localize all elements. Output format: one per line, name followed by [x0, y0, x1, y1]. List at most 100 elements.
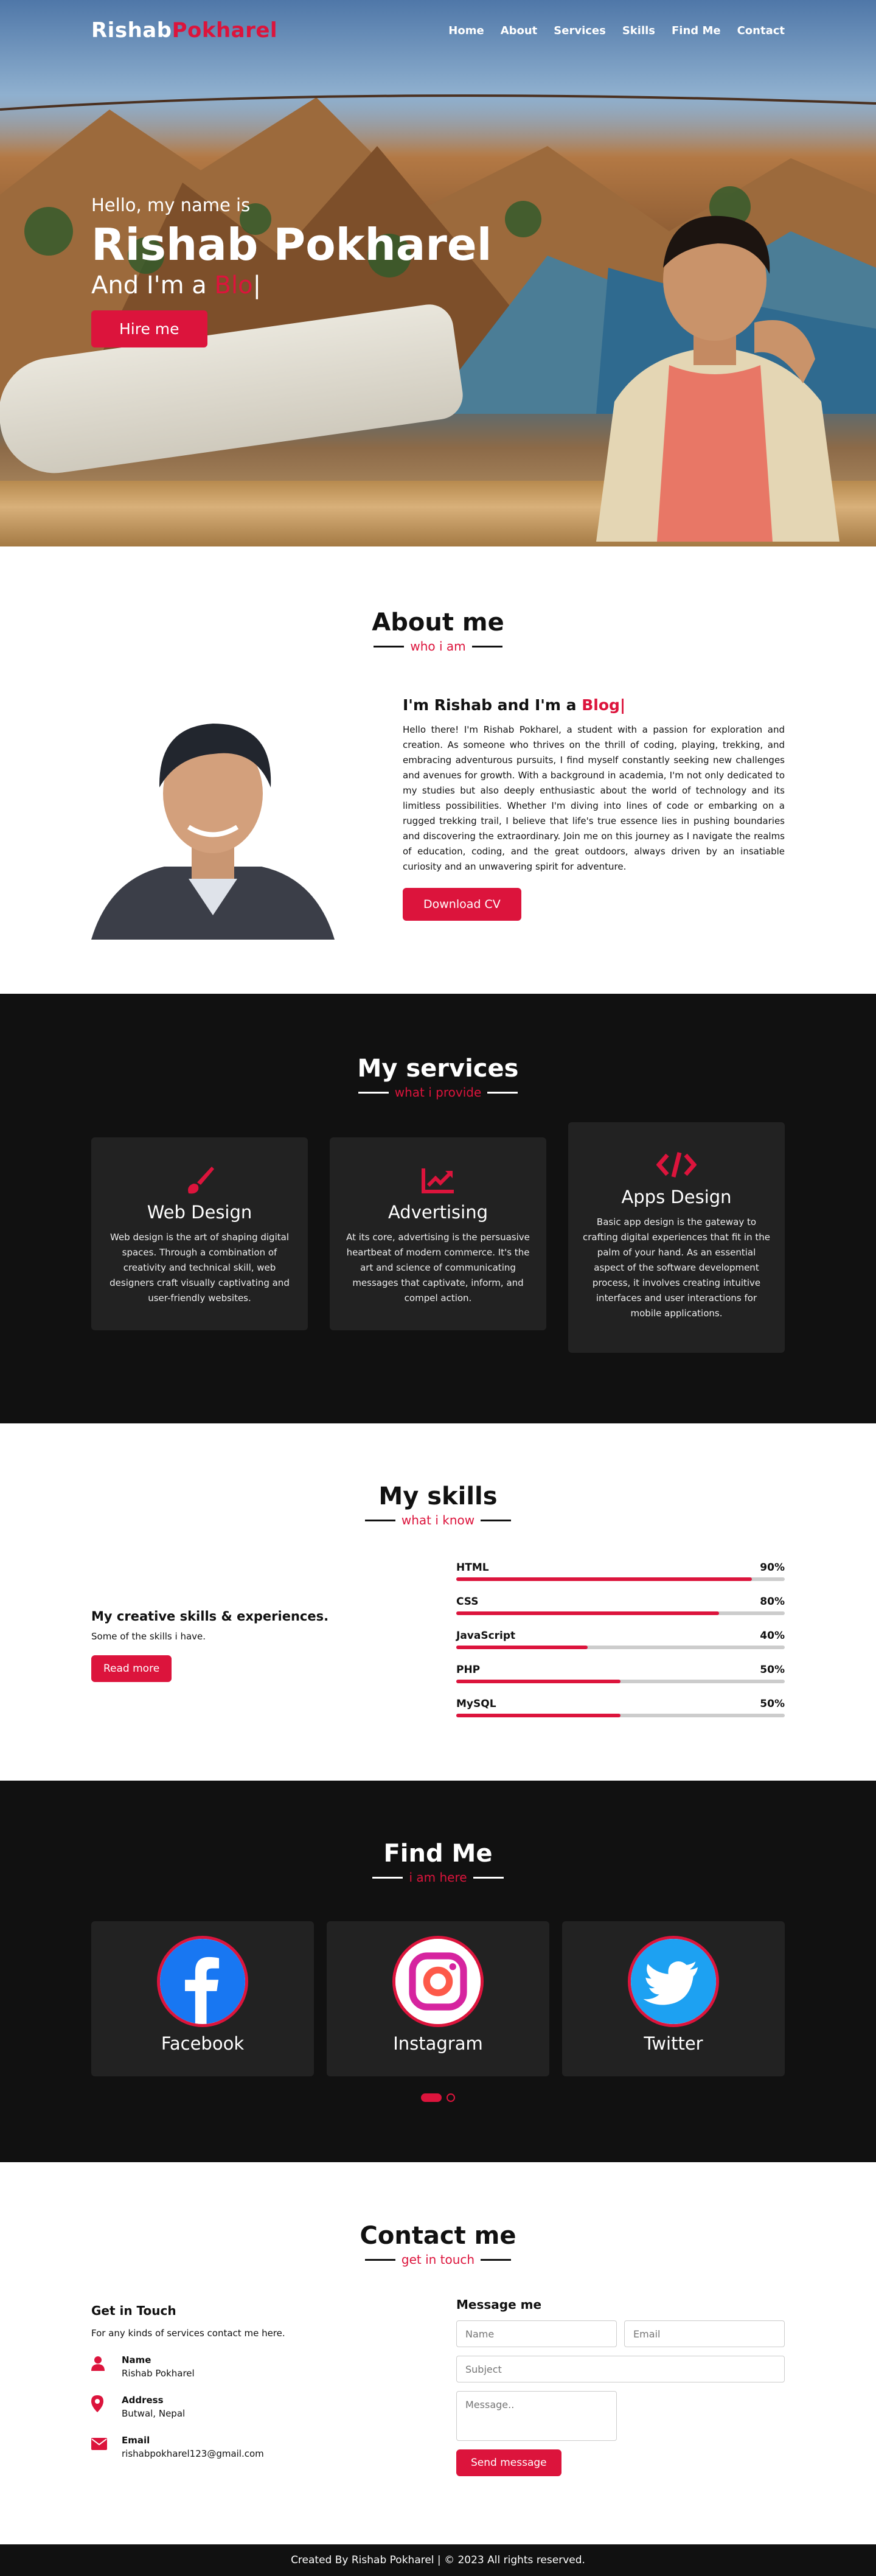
- subtitle-line-right: [481, 2258, 512, 2261]
- services-subtitle: what i provide: [91, 1085, 785, 1100]
- info-value: Butwal, Nepal: [122, 2408, 186, 2419]
- contact-title: Contact me: [360, 2222, 516, 2250]
- skill-percent: 80%: [760, 1596, 785, 1608]
- contact-info-email: Email rishabpokharel123@gmail.com: [91, 2435, 420, 2459]
- skill-name: MySQL: [456, 1698, 496, 1710]
- facebook-icon: [157, 1936, 248, 2027]
- findme-section: Find Me i am here Facebook Instagram Twi…: [0, 1781, 876, 2162]
- about-section: About me who i am I'm Rishab and I'm a B…: [0, 546, 876, 994]
- skill-bar-fill: [456, 1646, 588, 1649]
- skills-title: My skills: [378, 1482, 498, 1510]
- contact-subtitle-text: get in touch: [401, 2252, 475, 2267]
- subtitle-line-right: [473, 1876, 504, 1879]
- subtitle-line-right: [471, 645, 502, 647]
- hero-role-typed: Blo: [214, 271, 253, 299]
- logo-last: Pokharel: [172, 18, 278, 43]
- read-more-button[interactable]: Read more: [91, 1655, 172, 1682]
- social-card-instagram[interactable]: Instagram: [327, 1921, 549, 2076]
- skill-bar-fill: [456, 1611, 719, 1615]
- findme-subtitle-text: i am here: [409, 1870, 467, 1885]
- download-cv-button[interactable]: Download CV: [403, 888, 521, 921]
- hero-section: Hello, my name is Rishab Pokharel And I'…: [0, 0, 876, 546]
- skills-subtitle: what i know: [91, 1513, 785, 1527]
- nav-link-services[interactable]: Services: [554, 24, 606, 37]
- service-card-web-design[interactable]: Web Design Web design is the art of shap…: [91, 1137, 308, 1330]
- social-label: Twitter: [644, 2033, 703, 2054]
- skill-percent: 50%: [760, 1698, 785, 1710]
- subtitle-line-left: [364, 1519, 395, 1521]
- form-heading: Message me: [456, 2297, 542, 2312]
- email-input[interactable]: [624, 2320, 785, 2347]
- hero-typing-cursor: |: [252, 271, 262, 299]
- about-profile-photo: [91, 696, 335, 940]
- skill-bar-item: HTML 90%: [456, 1562, 785, 1581]
- social-label: Instagram: [393, 2033, 483, 2054]
- service-card-apps-design[interactable]: Apps Design Basic app design is the gate…: [568, 1122, 785, 1353]
- skill-bar-fill: [456, 1714, 620, 1717]
- about-text: I'm Rishab and I'm a Blog| Hello there! …: [403, 696, 785, 940]
- subtitle-line-right: [487, 1091, 518, 1094]
- service-card-advertising[interactable]: Advertising At its core, advertising is …: [330, 1137, 546, 1330]
- skill-bar-track: [456, 1577, 785, 1581]
- carousel-dot-active[interactable]: [421, 2093, 442, 2102]
- social-card-facebook[interactable]: Facebook: [91, 1921, 314, 2076]
- skill-bar-fill: [456, 1680, 620, 1683]
- contact-info-address: Address Butwal, Nepal: [91, 2395, 420, 2419]
- service-title: Advertising: [388, 1202, 488, 1223]
- skill-name: PHP: [456, 1664, 481, 1676]
- skill-bar-track: [456, 1680, 785, 1683]
- findme-subtitle: i am here: [91, 1870, 785, 1885]
- skill-bar-item: JavaScript 40%: [456, 1630, 785, 1649]
- subject-input[interactable]: [456, 2356, 785, 2382]
- navbar: RishabPokharel Home About Services Skill…: [0, 0, 876, 61]
- subtitle-line-left: [374, 645, 405, 647]
- skill-bar-fill: [456, 1577, 752, 1581]
- nav-link-contact[interactable]: Contact: [737, 24, 785, 37]
- subtitle-line-left: [358, 1091, 389, 1094]
- skill-bar-track: [456, 1646, 785, 1649]
- skills-subtitle-text: what i know: [401, 1513, 475, 1527]
- user-icon: [91, 2354, 122, 2373]
- hero-portrait-illustration: [596, 215, 839, 542]
- carousel-dot[interactable]: [447, 2093, 455, 2102]
- contact-info-name: Name Rishab Pokharel: [91, 2354, 420, 2379]
- about-heading-typed: Blog|: [582, 696, 626, 714]
- logo[interactable]: RishabPokharel: [91, 18, 277, 43]
- nav-link-about[interactable]: About: [501, 24, 538, 37]
- info-head: Email: [122, 2435, 150, 2446]
- code-icon: [582, 1147, 771, 1183]
- about-body: Hello there! I'm Rishab Pokharel, a stud…: [403, 724, 785, 872]
- services-title: My services: [357, 1055, 519, 1083]
- about-title: About me: [372, 609, 504, 637]
- info-value: Rishab Pokharel: [122, 2368, 195, 2379]
- skill-bar-item: PHP 50%: [456, 1664, 785, 1683]
- service-title: Web Design: [147, 1202, 252, 1223]
- about-subtitle-text: who i am: [410, 639, 466, 654]
- findme-title: Find Me: [383, 1840, 493, 1868]
- subtitle-line-right: [481, 1519, 512, 1521]
- hero-greeting: Hello, my name is: [91, 195, 251, 215]
- contact-lead: For any kinds of services contact me her…: [91, 2328, 285, 2339]
- nav-link-home[interactable]: Home: [448, 24, 484, 37]
- services-section: My services what i provide Web Design We…: [0, 994, 876, 1423]
- skill-percent: 90%: [760, 1562, 785, 1574]
- message-textarea[interactable]: [456, 2391, 617, 2441]
- nav-link-skills[interactable]: Skills: [622, 24, 655, 37]
- skill-bars: HTML 90% CSS 80% JavaScript 40% PHP 50% MySQL 50%: [456, 1562, 785, 1732]
- services-subtitle-text: what i provide: [394, 1085, 482, 1100]
- about-heading: I'm Rishab and I'm a Blog|: [403, 696, 785, 714]
- chart-line-icon: [343, 1162, 533, 1198]
- service-text: Basic app design is the gateway to craft…: [583, 1216, 770, 1319]
- social-card-twitter[interactable]: Twitter: [562, 1921, 785, 2076]
- skill-bar-item: CSS 80%: [456, 1596, 785, 1615]
- nav-link-findme[interactable]: Find Me: [672, 24, 721, 37]
- name-input[interactable]: [456, 2320, 617, 2347]
- info-head: Name: [122, 2354, 151, 2365]
- skill-name: CSS: [456, 1596, 479, 1608]
- envelope-icon: [91, 2435, 122, 2453]
- skills-text: Some of the skills i have.: [91, 1631, 206, 1642]
- instagram-icon: [392, 1936, 484, 2027]
- send-message-button[interactable]: Send message: [456, 2449, 561, 2476]
- footer-text: Created By Rishab Pokharel | © 2023 All …: [291, 2554, 585, 2566]
- hire-me-button[interactable]: Hire me: [91, 310, 207, 347]
